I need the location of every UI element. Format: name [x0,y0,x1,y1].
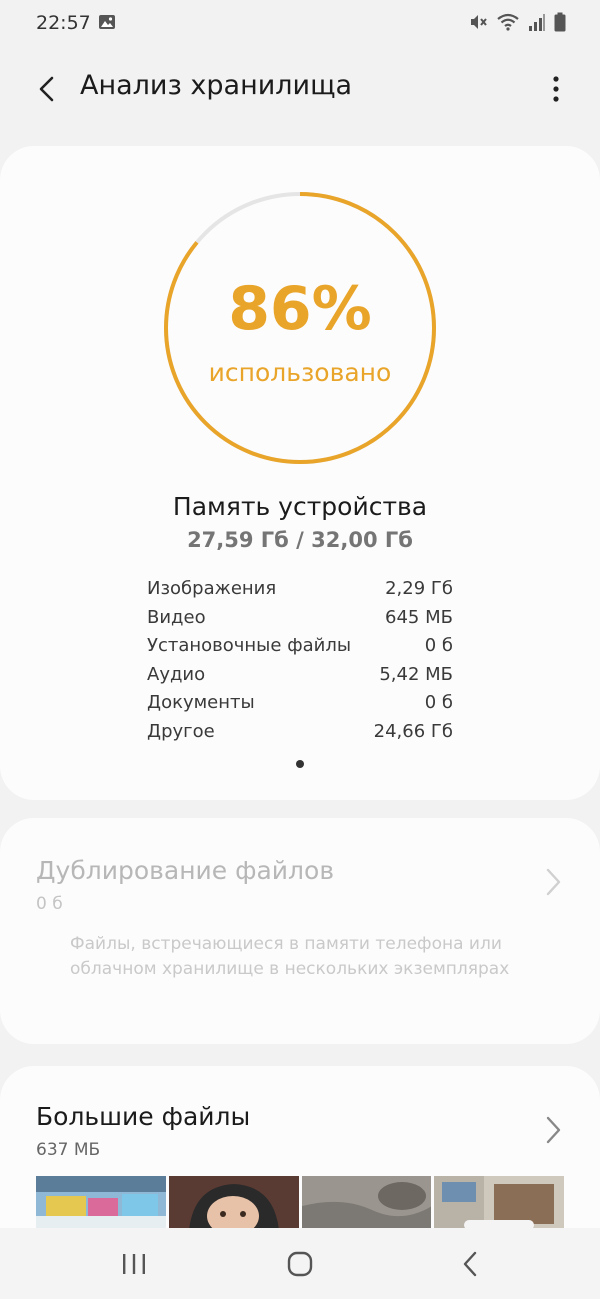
breakdown-label: Изображения [147,578,277,599]
duplicate-files-title: Дублирование файлов [36,856,335,885]
navigation-bar [0,1228,600,1299]
file-thumbnail[interactable] [434,1176,564,1230]
more-vert-icon[interactable] [544,72,568,106]
breakdown-value: 5,42 МБ [379,663,453,685]
duplicate-files-size: 0 б [36,894,63,914]
device-memory-usage: 27,59 Гб / 32,00 Гб [187,528,413,552]
breakdown-row: Другое 24,66 Гб [147,721,453,750]
breakdown-row: Аудио 5,42 МБ [147,664,453,693]
breakdown-row: Документы 0 б [147,692,453,721]
usage-label: использовано [208,358,392,387]
status-time: 22:57 [36,12,91,34]
mute-icon [471,15,487,29]
duplicate-files-description: Файлы, встречающиеся в памяти телефона и… [70,934,510,979]
recent-apps-icon[interactable] [120,1252,148,1276]
home-icon[interactable] [287,1251,313,1277]
breakdown-value: 0 б [424,635,453,656]
page-indicator-dot [296,760,304,768]
file-thumbnail[interactable] [168,1176,299,1230]
storage-card[interactable]: 86% использовано Память устройства 27,59… [0,146,600,800]
breakdown-row: Видео 645 МБ [147,607,453,636]
signal-icon [529,14,545,31]
status-bar: 22:57 [0,0,600,48]
breakdown-value: 24,66 Гб [373,720,453,742]
file-thumbnail[interactable] [36,1176,166,1230]
breakdown-label: Видео [147,606,206,628]
breakdown-label: Другое [147,720,215,742]
usage-ring: 86% использовано [162,190,438,466]
breakdown-value: 0 б [424,692,453,713]
usage-percent: 86% [228,274,372,344]
large-files-thumbnails [36,1176,564,1230]
back-icon[interactable] [460,1250,480,1278]
device-memory-title: Память устройства [172,492,428,521]
back-arrow-icon[interactable] [32,72,64,106]
storage-breakdown: Изображения 2,29 Гб Видео 645 МБ Установ… [147,578,453,749]
wifi-icon [497,13,519,31]
battery-icon [554,12,566,32]
large-files-title: Большие файлы [36,1102,251,1131]
breakdown-label: Аудио [147,663,206,685]
chevron-right-icon [546,1116,561,1144]
image-notification-icon [99,15,115,29]
breakdown-value: 645 МБ [385,606,453,628]
page-title: Анализ хранилища [80,70,353,101]
breakdown-row: Изображения 2,29 Гб [147,578,453,607]
app-bar: Анализ хранилища [0,56,600,122]
status-icons [468,12,566,32]
large-files-size: 637 МБ [36,1140,101,1160]
breakdown-row: Установочные файлы 0 б [147,635,453,664]
breakdown-label: Документы [147,692,255,713]
duplicate-files-card[interactable]: Дублирование файлов 0 б Файлы, встречающ… [0,818,600,1044]
file-thumbnail[interactable] [301,1176,432,1230]
breakdown-value: 2,29 Гб [385,578,453,599]
breakdown-label: Установочные файлы [147,635,352,656]
chevron-right-icon [546,868,561,896]
